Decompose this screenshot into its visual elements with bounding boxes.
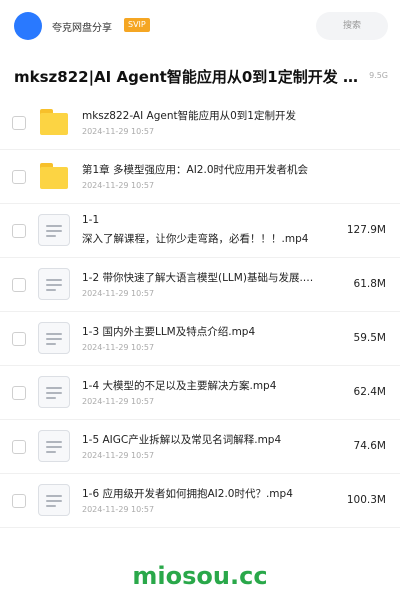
item-size: 61.8M	[353, 278, 386, 290]
folder-title: mksz822|AI Agent智能应用从0到1定制开发 全流程赋能	[14, 68, 364, 86]
item-date: 2024-11-29 10:57	[82, 343, 155, 352]
item-date: 2024-11-29 10:57	[82, 181, 155, 190]
item-description: 深入了解课程，让你少走弯路，必看！！！.mp4	[82, 233, 309, 245]
item-date: 2024-11-29 10:57	[82, 289, 155, 298]
list-item[interactable]: 1-4 大模型的不足以及主要解决方案.mp4 2024-11-29 10:57 …	[0, 366, 400, 420]
item-name: 1-2 带你快速了解大语言模型(LLM)基础与发展.mp4	[82, 272, 320, 284]
file-icon	[38, 376, 70, 408]
checkbox[interactable]	[12, 332, 26, 346]
header: 夸克网盘分享 SVIP 搜索	[0, 0, 400, 52]
item-name: 1-6 应用级开发者如何拥抱AI2.0时代？.mp4	[82, 488, 293, 500]
list-item[interactable]: 1-1 深入了解课程，让你少走弯路，必看！！！.mp4 127.9M	[0, 204, 400, 258]
item-size: 100.3M	[346, 494, 386, 506]
folder-size: 9.5G	[369, 71, 388, 80]
folder-header: mksz822|AI Agent智能应用从0到1定制开发 全流程赋能 9.5G	[0, 60, 400, 92]
list-item[interactable]: 1-2 带你快速了解大语言模型(LLM)基础与发展.mp4 2024-11-29…	[0, 258, 400, 312]
item-date: 2024-11-29 10:57	[82, 127, 155, 136]
item-name: 1-4 大模型的不足以及主要解决方案.mp4	[82, 380, 277, 392]
list-item[interactable]: 第1章 多模型强应用：AI2.0时代应用开发者机会 2024-11-29 10:…	[0, 150, 400, 204]
file-icon	[38, 268, 70, 300]
avatar[interactable]	[14, 12, 42, 40]
item-name: 1-3 国内外主要LLM及特点介绍.mp4	[82, 326, 256, 338]
list-item[interactable]: 1-6 应用级开发者如何拥抱AI2.0时代？.mp4 2024-11-29 10…	[0, 474, 400, 528]
checkbox[interactable]	[12, 494, 26, 508]
item-name: mksz822-AI Agent智能应用从0到1定制开发	[82, 110, 296, 122]
item-date: 2024-11-29 10:57	[82, 451, 155, 460]
item-name: 1-1	[82, 214, 100, 226]
list-item[interactable]: 1-5 AIGC产业拆解以及常见名词解释.mp4 2024-11-29 10:5…	[0, 420, 400, 474]
user-name: 夸克网盘分享	[52, 23, 112, 34]
file-icon	[38, 322, 70, 354]
item-date: 2024-11-29 10:57	[82, 397, 155, 406]
checkbox[interactable]	[12, 386, 26, 400]
search-button[interactable]: 搜索	[316, 12, 388, 40]
item-date: 2024-11-29 10:57	[82, 505, 155, 514]
checkbox[interactable]	[12, 440, 26, 454]
checkbox[interactable]	[12, 170, 26, 184]
file-icon	[38, 430, 70, 462]
file-list: mksz822-AI Agent智能应用从0到1定制开发 2024-11-29 …	[0, 96, 400, 528]
item-size: 62.4M	[353, 386, 386, 398]
item-size: 74.6M	[353, 440, 386, 452]
svip-badge: SVIP	[124, 18, 150, 32]
checkbox[interactable]	[12, 116, 26, 130]
checkbox[interactable]	[12, 224, 26, 238]
item-size: 59.5M	[353, 332, 386, 344]
watermark: miosou.cc	[132, 562, 268, 590]
list-item[interactable]: 1-3 国内外主要LLM及特点介绍.mp4 2024-11-29 10:57 5…	[0, 312, 400, 366]
item-size: 127.9M	[346, 224, 386, 236]
file-icon	[38, 214, 70, 246]
item-name: 1-5 AIGC产业拆解以及常见名词解释.mp4	[82, 434, 282, 446]
checkbox[interactable]	[12, 278, 26, 292]
list-item[interactable]: mksz822-AI Agent智能应用从0到1定制开发 2024-11-29 …	[0, 96, 400, 150]
folder-icon	[40, 163, 68, 189]
item-name: 第1章 多模型强应用：AI2.0时代应用开发者机会	[82, 164, 308, 176]
folder-icon	[40, 109, 68, 135]
file-icon	[38, 484, 70, 516]
